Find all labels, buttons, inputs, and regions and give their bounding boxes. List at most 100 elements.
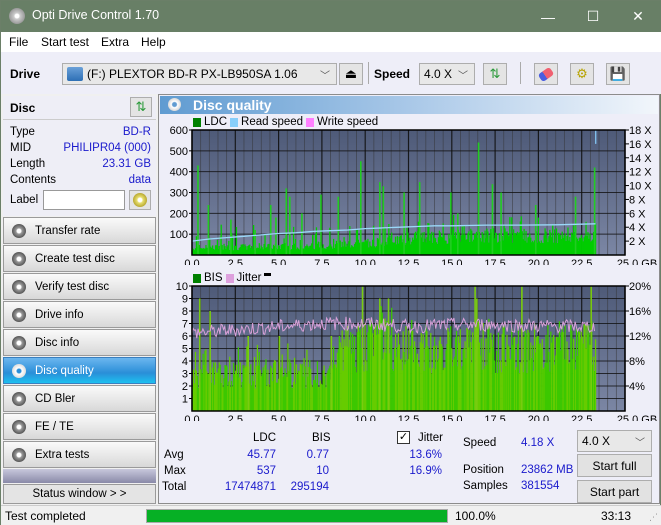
fe-te-icon — [12, 419, 26, 434]
y-tick-label: 3 — [182, 369, 188, 381]
chevron-down-icon: ﹀ — [635, 438, 645, 449]
status-text: Test completed — [5, 509, 86, 523]
ldc-bar-peak — [477, 142, 480, 255]
app-disc-icon — [9, 8, 25, 24]
cd-bler-icon — [12, 391, 26, 406]
nav-cd-bler[interactable]: CD Bler — [3, 385, 156, 412]
nav-label: Disc info — [35, 336, 80, 349]
bis-bar-peak — [361, 286, 364, 411]
disc-type-value: BD-R — [122, 126, 151, 138]
drive-icon — [67, 67, 83, 81]
chevron-down-icon: ﹀ — [458, 71, 468, 82]
chevron-down-icon: ﹀ — [320, 71, 330, 82]
resize-grip-icon[interactable]: ⋰ — [649, 512, 658, 523]
x-tick-label: 10.0 — [354, 414, 375, 421]
eject-icon: ⏏ — [344, 66, 358, 81]
disc-label-button[interactable] — [129, 190, 151, 210]
test-speed-select[interactable]: 4.0 X ﹀ — [577, 430, 652, 452]
start-part-button[interactable]: Start part — [577, 480, 652, 503]
nav-disc-info[interactable]: Disc info — [3, 329, 156, 356]
speed-label: Speed — [374, 67, 411, 81]
x-tick-label: 0.0 — [184, 258, 199, 265]
nav-label: FE / TE — [35, 420, 74, 433]
save-button[interactable]: 💾 — [606, 63, 630, 85]
y-tick-label: 10 — [176, 281, 188, 293]
bis-bar-peak — [209, 311, 211, 411]
drive-select[interactable]: (F:) PLEXTOR BD-R PX-LB950SA 1.06 ﹀ — [62, 63, 337, 85]
ldc-bar-peak — [320, 194, 322, 255]
maximize-button[interactable]: ☐ — [570, 1, 616, 32]
title-bar: Opti Drive Control 1.70 — ☐ ✕ — [1, 1, 661, 32]
start-full-button[interactable]: Start full — [577, 454, 652, 477]
legend-marker — [264, 272, 272, 276]
disc-mid-row: MID PHILIPR04 (000) — [10, 142, 155, 154]
app-window: Opti Drive Control 1.70 — ☐ ✕ File Start… — [0, 0, 661, 525]
nav-drive-info[interactable]: Drive info — [3, 301, 156, 328]
ldc-bar-peak — [269, 205, 272, 255]
nav-extra-tests[interactable]: Extra tests — [3, 441, 156, 468]
stat-avg-label: Avg — [164, 449, 184, 461]
menu-start-test[interactable]: Start test — [41, 35, 89, 49]
nav-label: Verify test disc — [35, 280, 110, 293]
status-window-button[interactable]: Status window > > — [3, 484, 156, 504]
disc-length-row: Length 23.31 GB — [10, 158, 155, 170]
menu-help[interactable]: Help — [141, 35, 166, 49]
disc-title: Disc — [10, 101, 36, 115]
nav-disc-quality[interactable]: Disc quality — [3, 357, 156, 384]
disc-contents-row: Contents data — [10, 174, 155, 186]
x-tick-label: 2.5 — [228, 414, 243, 421]
x-tick-label: 17.5 — [484, 258, 505, 265]
disc-refresh-button[interactable]: ⇅ — [130, 97, 152, 117]
x-tick-label: 7.5 — [314, 414, 329, 421]
x-tick-label: 22.5 — [571, 414, 592, 421]
erase-button[interactable] — [534, 63, 558, 85]
x-tick-label: 20.0 — [528, 414, 549, 421]
extra-tests-icon — [12, 447, 26, 462]
stat-max-label: Max — [164, 465, 186, 477]
y-tick-label: 9 — [182, 294, 188, 306]
y-tick-label: 1 — [182, 394, 188, 406]
disc-contents-label: Contents — [10, 174, 57, 186]
stat-total-label: Total — [162, 481, 187, 493]
transfer-rate-icon — [12, 223, 26, 238]
toolbar-separator — [520, 62, 521, 84]
stat-max-jitter: 16.9% — [409, 465, 442, 477]
stat-total-bis: 295194 — [290, 481, 329, 493]
y2-tick-label: 16 X — [629, 139, 652, 151]
x-tick-label: 12.5 — [398, 258, 419, 265]
menu-file[interactable]: File — [9, 35, 28, 49]
speed-select[interactable]: 4.0 X ﹀ — [419, 63, 475, 85]
minimize-button[interactable]: — — [525, 1, 571, 32]
disc-label-input[interactable] — [43, 190, 125, 210]
y2-tick-label: 6 X — [629, 208, 646, 220]
stat-avg-bis: 0.77 — [306, 449, 329, 461]
menu-extra[interactable]: Extra — [101, 35, 129, 49]
disc-contents-value: data — [128, 174, 151, 186]
jitter-checkbox[interactable]: ✓ — [397, 431, 410, 444]
status-bar: Test completed 100.0% 33:13 ⋰ — [1, 505, 661, 525]
nav-label: Transfer rate — [35, 224, 101, 237]
x-tick-label: 20.0 — [528, 258, 549, 265]
settings-button[interactable]: ⚙ — [570, 63, 594, 85]
y2-tick-label: 18 X — [629, 125, 652, 137]
bis-bar-peak — [247, 336, 250, 411]
close-button[interactable]: ✕ — [615, 1, 661, 32]
nav-create-test-disc[interactable]: Create test disc — [3, 245, 156, 272]
eject-button[interactable]: ⏏ — [339, 63, 363, 85]
disc-length-label: Length — [10, 158, 46, 170]
ldc-bar-peak — [360, 161, 362, 255]
nav-fe-te[interactable]: FE / TE — [3, 413, 156, 440]
ldc-bar-peak — [534, 205, 537, 255]
disc-length-value: 23.31 GB — [102, 158, 151, 170]
refresh-button[interactable]: ⇅ — [483, 63, 507, 85]
refresh-arrows-icon: ⇅ — [135, 99, 147, 114]
nav-verify-test-disc[interactable]: Verify test disc — [3, 273, 156, 300]
x-tick-label: 25.0 GB — [617, 414, 657, 421]
nav-transfer-rate[interactable]: Transfer rate — [3, 217, 156, 244]
stat-header-jitter: Jitter — [418, 432, 443, 444]
y2-tick-label: 2 X — [629, 236, 646, 248]
ldc-bar-peak — [403, 192, 405, 255]
y-tick-label: 4 — [182, 356, 188, 368]
y2-tick-label: 4 X — [629, 222, 646, 234]
x-tick-label: 10.0 — [354, 258, 375, 265]
